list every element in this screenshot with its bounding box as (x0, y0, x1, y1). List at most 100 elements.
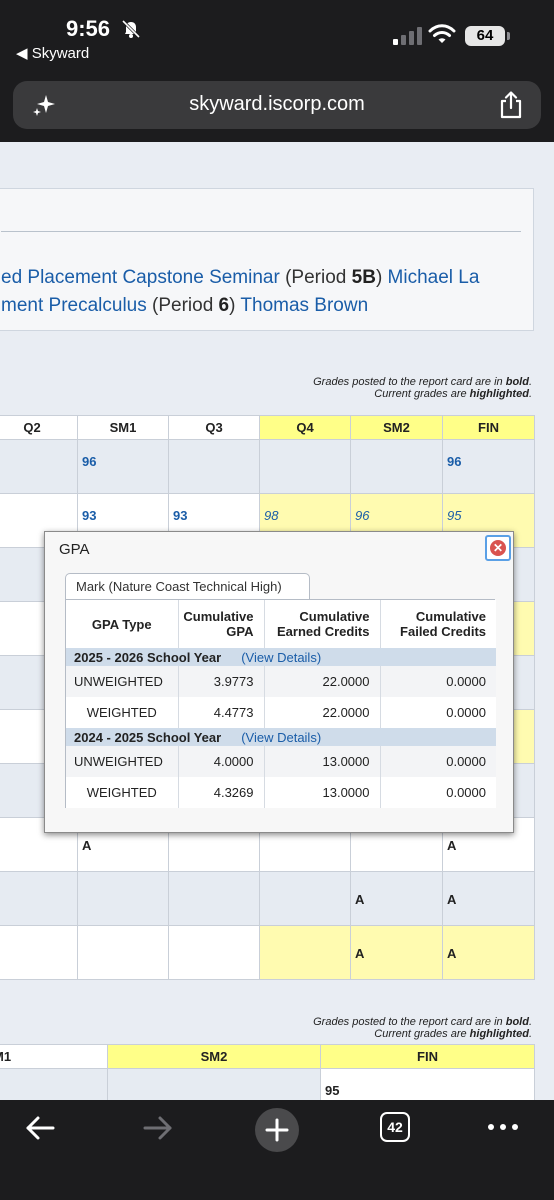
gpa-row: UNWEIGHTED 3.9773 22.0000 0.0000 (66, 666, 496, 697)
gpa-table: GPA Type Cumulative GPA Cumulative Earned … (66, 600, 496, 808)
failed-credits-cell: 0.0000 (380, 697, 496, 728)
class-row-capstone: ed Placement Capstone Seminar (Period 5B… (1, 267, 479, 289)
grade-cell[interactable]: 96 (442, 439, 535, 494)
grade-cell[interactable] (168, 439, 260, 494)
period-number: 6 (218, 295, 230, 316)
cellular-signal-icon (393, 27, 422, 45)
grade-cell[interactable] (259, 871, 351, 926)
grade-cell[interactable] (77, 871, 169, 926)
grade-cell[interactable] (168, 925, 260, 980)
gpa-type-cell: UNWEIGHTED (66, 746, 179, 777)
col-header-sm2[interactable]: SM2 (107, 1044, 321, 1069)
grade-cell[interactable]: 4 (0, 439, 78, 494)
new-tab-button[interactable] (255, 1108, 299, 1152)
grade-cell[interactable] (350, 439, 443, 494)
col-header-m1[interactable]: M1 (0, 1044, 108, 1069)
gpa-type-cell: UNWEIGHTED (66, 666, 179, 697)
table-row: A A (0, 925, 535, 980)
status-and-url-bar: 9:56 ◀ Skyward 64 skyward.iscorp.com (0, 0, 554, 142)
grade-cell[interactable] (0, 1068, 108, 1100)
gpa-type-cell: WEIGHTED (66, 697, 179, 728)
failed-credits-cell: 0.0000 (380, 666, 496, 697)
grade-cell[interactable]: A (350, 871, 443, 926)
gpa-table-container: GPA Type Cumulative GPA Cumulative Earned … (65, 599, 496, 808)
bell-slash-icon (121, 19, 141, 39)
tab-student-school[interactable]: Mark (Nature Coast Technical High) (65, 573, 310, 599)
view-details-link[interactable]: (View Details) (241, 730, 321, 745)
gpa-value-cell: 3.9773 (178, 666, 265, 697)
col-header-failed-credits: Cumulative Failed Credits (380, 600, 496, 648)
close-button[interactable]: ✕ (485, 535, 511, 561)
arrow-left-icon[interactable] (24, 1114, 56, 1142)
share-icon[interactable] (497, 90, 525, 120)
gpa-type-cell: WEIGHTED (66, 777, 179, 808)
address-bar[interactable]: skyward.iscorp.com (13, 81, 541, 129)
grade-cell[interactable] (0, 925, 78, 980)
class-link-capstone[interactable]: ed Placement Capstone Seminar (1, 267, 280, 288)
grade-cell[interactable] (259, 439, 351, 494)
col-header-gpa-type: GPA Type (66, 600, 179, 648)
period-label: (Period (146, 295, 219, 316)
url-text[interactable]: skyward.iscorp.com (13, 93, 541, 116)
school-year-row: 2024 - 2025 School Year (View Details) (66, 728, 496, 746)
grade-cell[interactable] (168, 871, 260, 926)
earned-credits-cell: 22.0000 (264, 697, 381, 728)
col-header-q4[interactable]: Q4 (259, 415, 351, 440)
class-link-precalculus[interactable]: ment Precalculus (1, 295, 147, 316)
failed-credits-cell: 0.0000 (380, 777, 496, 808)
grade-cell[interactable]: 96 (77, 439, 169, 494)
gpa-row: UNWEIGHTED 4.0000 13.0000 0.0000 (66, 746, 496, 777)
table-row: 95 (0, 1068, 535, 1100)
gpa-value-cell: 4.4773 (178, 697, 265, 728)
teacher-link-capstone[interactable]: Michael La (388, 267, 480, 288)
period-close: ) (375, 267, 388, 288)
col-header-sm2[interactable]: SM2 (350, 415, 443, 440)
col-header-fin[interactable]: FIN (320, 1044, 535, 1069)
close-icon[interactable]: ✕ (490, 540, 506, 556)
grade-cell[interactable] (77, 925, 169, 980)
grades-table-2: M1 SM2 FIN 95 (0, 1044, 535, 1100)
teacher-link-precalculus[interactable]: Thomas Brown (240, 295, 368, 316)
col-header-cumulative-gpa: Cumulative GPA (178, 600, 265, 648)
col-header-q3[interactable]: Q3 (168, 415, 260, 440)
dialog-title: GPA (59, 541, 90, 558)
class-row-precalculus: ment Precalculus (Period 6) Thomas Brown (1, 295, 368, 317)
earned-credits-cell: 13.0000 (264, 777, 381, 808)
col-header-earned-credits: Cumulative Earned Credits (264, 600, 381, 648)
table-row: 4 96 96 (0, 439, 535, 494)
failed-credits-cell: 0.0000 (380, 746, 496, 777)
tabs-button[interactable]: 42 (380, 1112, 410, 1142)
col-header-q2[interactable]: Q2 (0, 415, 78, 440)
arrow-right-icon[interactable] (142, 1114, 174, 1142)
plus-icon[interactable] (265, 1118, 289, 1142)
status-time: 9:56 (66, 16, 111, 41)
grade-cell[interactable]: 95 (320, 1068, 535, 1100)
divider (1, 231, 521, 232)
col-header-sm1[interactable]: SM1 (77, 415, 169, 440)
wifi-icon (428, 24, 456, 43)
table-row: A A (0, 871, 535, 926)
gpa-value-cell: 4.3269 (178, 777, 265, 808)
gpa-value-cell: 4.0000 (178, 746, 265, 777)
grade-cell[interactable] (259, 925, 351, 980)
grades-legend-note: Grades posted to the report card are in … (313, 376, 532, 400)
gpa-row: WEIGHTED 4.3269 13.0000 0.0000 (66, 777, 496, 808)
view-details-link[interactable]: (View Details) (241, 650, 321, 665)
browser-toolbar: 42 (0, 1100, 554, 1200)
back-to-app-link[interactable]: ◀ Skyward (16, 44, 89, 62)
battery-indicator: 64 (465, 26, 505, 46)
grade-cell[interactable]: A (350, 925, 443, 980)
more-icon[interactable] (486, 1122, 520, 1132)
period-label: (Period (279, 267, 352, 288)
class-info-panel: ed Placement Capstone Seminar (Period 5B… (0, 188, 534, 331)
earned-credits-cell: 13.0000 (264, 746, 381, 777)
col-header-fin[interactable]: FIN (442, 415, 535, 440)
gpa-row: WEIGHTED 4.4773 22.0000 0.0000 (66, 697, 496, 728)
grade-cell[interactable]: A (442, 871, 535, 926)
period-close: ) (229, 295, 241, 316)
grade-cell[interactable] (107, 1068, 321, 1100)
gpa-dialog: GPA ✕ Mark (Nature Coast Technical High)… (44, 531, 514, 833)
grade-cell[interactable]: A (442, 925, 535, 980)
grade-cell[interactable] (0, 871, 78, 926)
earned-credits-cell: 22.0000 (264, 666, 381, 697)
